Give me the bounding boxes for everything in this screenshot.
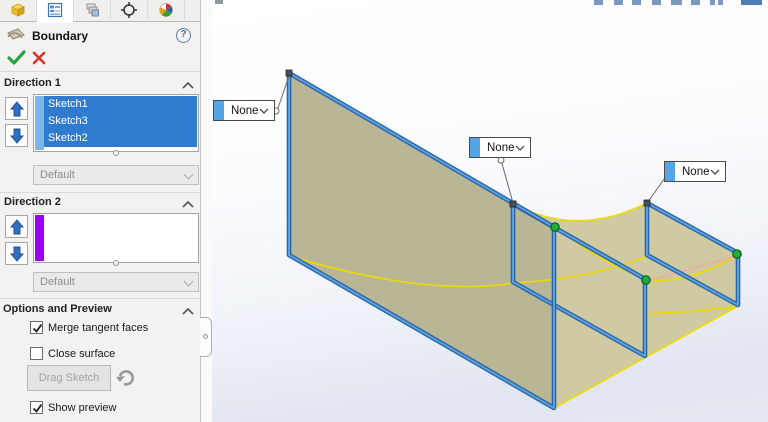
checkbox-label: Close surface	[48, 348, 116, 360]
boundary-preview-scene	[215, 0, 762, 411]
dimxpert-icon	[120, 1, 138, 22]
checkbox-label: Show preview	[48, 402, 117, 414]
divider	[0, 298, 200, 299]
panel-collapse-handle[interactable]	[200, 317, 212, 357]
tangency-callout-sketch2[interactable]: None	[469, 137, 531, 158]
checkbox-checked[interactable]	[30, 401, 43, 414]
chevron-up-icon[interactable]	[182, 80, 194, 92]
tangency-callout-sketch1[interactable]: None	[213, 100, 275, 121]
manager-tab-bar	[0, 0, 200, 23]
checkbox-checked[interactable]	[30, 321, 43, 334]
property-manager-icon	[47, 2, 63, 21]
dropdown-value: Default	[40, 276, 75, 288]
boundary-feature-icon	[6, 27, 26, 46]
configuration-manager-icon	[84, 2, 100, 21]
undo-drag-icon[interactable]	[115, 368, 137, 391]
connector-endpoint-handle[interactable]	[643, 199, 651, 207]
connector-endpoint-handle[interactable]	[509, 200, 517, 208]
list-resize-grip[interactable]	[113, 260, 119, 266]
check-icon	[32, 323, 43, 333]
group-header-direction1[interactable]: Direction 1	[0, 77, 200, 93]
group-label: Options and Preview	[3, 303, 112, 315]
direction2-curve-list[interactable]	[33, 213, 199, 263]
arrow-down-icon	[9, 128, 24, 144]
chevron-down-icon[interactable]	[710, 169, 720, 175]
handle-dot-icon	[203, 334, 208, 339]
dropdown-value: Default	[40, 169, 75, 181]
chevron-up-icon[interactable]	[182, 199, 194, 211]
chevron-up-icon[interactable]	[182, 306, 194, 318]
callout-color-swatch	[214, 101, 224, 120]
tab-feature-manager[interactable]	[0, 0, 37, 22]
chevron-down-icon[interactable]	[259, 108, 269, 114]
solidworks-window: { "panel": { "tabs": [ {"icon": "part-fe…	[0, 0, 768, 422]
chevron-down-icon	[183, 169, 194, 180]
arrow-up-icon	[9, 100, 24, 116]
direction2-color-strip	[35, 215, 44, 261]
group-header-options[interactable]: Options and Preview	[0, 303, 200, 319]
callout-color-swatch	[665, 162, 675, 181]
cropped-toolbar-icons	[215, 0, 762, 5]
cancel-x-icon[interactable]	[32, 51, 46, 68]
move-down-button[interactable]	[5, 124, 28, 147]
tab-display-manager[interactable]	[148, 0, 185, 22]
divider	[0, 71, 200, 72]
drag-sketch-button[interactable]: Drag Sketch	[27, 365, 111, 391]
part-feature-tree-icon	[10, 2, 26, 21]
tab-property-manager[interactable]	[37, 0, 74, 23]
tangency-dropdown-value: None	[682, 165, 710, 178]
direction2-curve-sensitivity-dropdown[interactable]: Default	[33, 272, 199, 292]
list-item[interactable]: Sketch2	[44, 130, 197, 147]
list-item[interactable]: Sketch3	[44, 113, 197, 130]
display-manager-icon	[158, 2, 174, 21]
group-label: Direction 2	[4, 196, 61, 208]
direction1-profile-list[interactable]: Sketch1 Sketch3 Sketch2	[33, 94, 199, 152]
group-label: Direction 1	[4, 77, 61, 89]
ok-check-icon[interactable]	[7, 49, 26, 69]
page-title: Boundary	[32, 29, 89, 43]
property-manager-panel: Boundary ? Direction 1 Sketch1 Sketch3 S…	[0, 0, 200, 422]
checkbox-unchecked[interactable]	[30, 347, 43, 360]
tangency-callout-sketch3[interactable]: None	[664, 161, 726, 182]
move-up-button[interactable]	[5, 97, 28, 120]
list-item[interactable]: Sketch1	[44, 96, 197, 113]
help-icon[interactable]: ?	[176, 28, 191, 43]
divider	[0, 192, 200, 193]
move-down-button[interactable]	[5, 242, 28, 265]
direction1-curve-sensitivity-dropdown[interactable]: Default	[33, 165, 199, 185]
group-header-direction2[interactable]: Direction 2	[0, 196, 200, 212]
callout-color-swatch	[470, 138, 480, 157]
tangency-dropdown-value: None	[231, 104, 259, 117]
direction1-color-strip	[35, 96, 44, 150]
tangency-dropdown-value: None	[487, 141, 515, 154]
arrow-up-icon	[9, 218, 24, 234]
chevron-down-icon	[183, 276, 194, 287]
chevron-down-icon[interactable]	[515, 145, 525, 151]
list-resize-grip[interactable]	[113, 150, 119, 156]
checkbox-label: Merge tangent faces	[48, 322, 149, 334]
panel-splitter[interactable]	[200, 0, 212, 422]
connector-endpoint-handle[interactable]	[285, 69, 293, 77]
arrow-down-icon	[9, 246, 24, 262]
feature-header: Boundary ?	[0, 26, 200, 46]
confirmation-bar	[0, 47, 200, 69]
tab-configuration-manager[interactable]	[74, 0, 111, 22]
move-up-button[interactable]	[5, 215, 28, 238]
check-icon	[32, 403, 43, 413]
graphics-viewport[interactable]: None None None	[212, 0, 768, 422]
tab-dimxpert-manager[interactable]	[111, 0, 148, 22]
